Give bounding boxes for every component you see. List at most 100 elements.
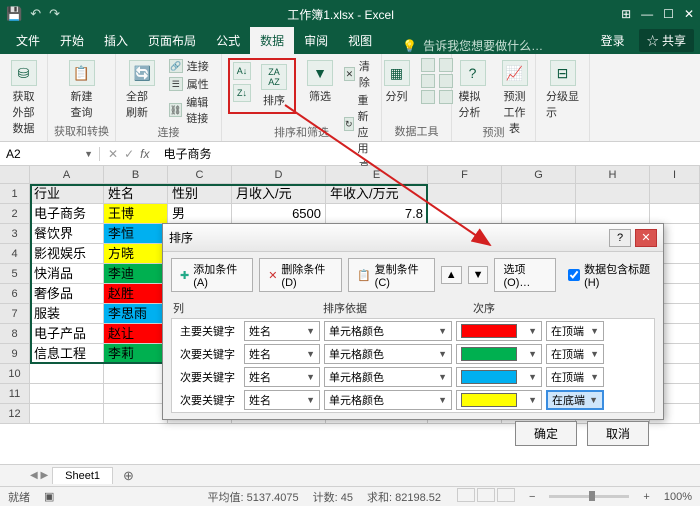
sort-on-select[interactable]: 单元格颜色▼	[324, 390, 452, 410]
cell[interactable]: 李思雨	[104, 304, 168, 324]
edit-links-button[interactable]: ⛓编辑链接	[169, 94, 215, 126]
cell[interactable]: 7.8	[326, 204, 428, 224]
cell[interactable]	[30, 404, 104, 424]
cell[interactable]	[104, 404, 168, 424]
row-header[interactable]: 4	[0, 244, 30, 264]
cancel-button[interactable]: 取消	[587, 421, 649, 446]
options-button[interactable]: 选项(O)…	[494, 258, 556, 292]
sort-asc-button[interactable]: A↓	[232, 62, 252, 80]
clear-filter-button[interactable]: ✕清除	[344, 58, 375, 90]
tool-icon[interactable]	[421, 74, 435, 88]
name-box[interactable]: A2▼	[0, 147, 100, 161]
refresh-all-button[interactable]: 🔄全部刷新	[122, 58, 163, 122]
tab-home[interactable]: 开始	[50, 27, 94, 54]
col-header[interactable]: I	[650, 166, 700, 183]
tab-file[interactable]: 文件	[6, 27, 50, 54]
minimize-icon[interactable]: —	[641, 7, 653, 21]
tab-formula[interactable]: 公式	[206, 27, 250, 54]
login-link[interactable]: 登录	[591, 27, 635, 54]
cell[interactable]: 影视娱乐	[30, 244, 104, 264]
col-header[interactable]: B	[104, 166, 168, 183]
help-button[interactable]: ?	[609, 229, 631, 247]
new-query-button[interactable]: 📋新建 查询	[64, 58, 100, 122]
cell[interactable]	[650, 184, 700, 204]
tab-view[interactable]: 视图	[338, 27, 382, 54]
row-header[interactable]: 12	[0, 404, 30, 424]
cell[interactable]: 快消品	[30, 264, 104, 284]
has-header-checkbox[interactable]: 数据包含标题(H)	[568, 261, 655, 289]
get-external-data-button[interactable]: ⛁获取 外部数据	[6, 58, 42, 138]
cell[interactable]: 行业	[30, 184, 104, 204]
zoom-slider[interactable]	[549, 495, 629, 498]
cell[interactable]: 服装	[30, 304, 104, 324]
save-icon[interactable]: 💾	[6, 6, 22, 22]
cell[interactable]: 电子商务	[30, 204, 104, 224]
cell[interactable]: 信息工程	[30, 344, 104, 364]
col-header[interactable]: D	[232, 166, 326, 183]
cell[interactable]: 方晓	[104, 244, 168, 264]
cell[interactable]: 王博	[104, 204, 168, 224]
properties-button[interactable]: ☰属性	[169, 76, 215, 92]
sort-on-select[interactable]: 单元格颜色▼	[324, 344, 452, 364]
cell[interactable]: 李恒	[104, 224, 168, 244]
cell[interactable]	[428, 184, 502, 204]
row-header[interactable]: 9	[0, 344, 30, 364]
col-header[interactable]: H	[576, 166, 650, 183]
cell[interactable]: 李迪	[104, 264, 168, 284]
sort-on-select[interactable]: 单元格颜色▼	[324, 367, 452, 387]
col-header[interactable]: E	[326, 166, 428, 183]
tool-icon[interactable]	[421, 90, 435, 104]
row-header[interactable]: 5	[0, 264, 30, 284]
add-sheet-button[interactable]: ⊕	[117, 468, 140, 484]
share-button[interactable]: ☆ 共享	[639, 29, 694, 52]
fx-icon[interactable]: fx	[140, 147, 149, 161]
field-select[interactable]: 姓名▼	[244, 321, 320, 341]
row-header[interactable]: 3	[0, 224, 30, 244]
select-all-corner[interactable]	[0, 166, 30, 183]
cell[interactable]	[576, 184, 650, 204]
field-select[interactable]: 姓名▼	[244, 344, 320, 364]
cell[interactable]: 电子产品	[30, 324, 104, 344]
sheet-tab[interactable]: Sheet1	[52, 467, 113, 484]
cell[interactable]: 餐饮界	[30, 224, 104, 244]
cell[interactable]: 性别	[168, 184, 232, 204]
cell[interactable]	[502, 184, 576, 204]
row-header[interactable]: 11	[0, 384, 30, 404]
row-header[interactable]: 2	[0, 204, 30, 224]
zoom-in-button[interactable]: +	[643, 491, 649, 503]
cell[interactable]	[502, 204, 576, 224]
record-macro-icon[interactable]: ▣	[44, 490, 54, 503]
cell[interactable]	[30, 364, 104, 384]
cell[interactable]: 年收入/万元	[326, 184, 428, 204]
tab-insert[interactable]: 插入	[94, 27, 138, 54]
ok-button[interactable]: 确定	[515, 421, 577, 446]
cell[interactable]: 奢侈品	[30, 284, 104, 304]
color-select[interactable]: ▼	[456, 344, 542, 364]
row-header[interactable]: 10	[0, 364, 30, 384]
cell[interactable]	[650, 204, 700, 224]
row-header[interactable]: 6	[0, 284, 30, 304]
formula-input[interactable]: 电子商务	[157, 145, 700, 162]
sort-desc-button[interactable]: Z↓	[232, 84, 252, 102]
sort-button[interactable]: ZAAZ排序	[256, 62, 292, 110]
cell[interactable]	[104, 384, 168, 404]
cell[interactable]	[428, 204, 502, 224]
close-icon[interactable]: ✕	[684, 7, 694, 21]
text-to-columns-button[interactable]: ▦分列	[379, 58, 415, 106]
col-header[interactable]: A	[30, 166, 104, 183]
col-header[interactable]: F	[428, 166, 502, 183]
cell[interactable]: 姓名	[104, 184, 168, 204]
position-select[interactable]: 在顶端▼	[546, 344, 604, 364]
zoom-level[interactable]: 100%	[664, 491, 692, 503]
filter-button[interactable]: ▼筛选	[302, 58, 338, 106]
cell[interactable]: 6500	[232, 204, 326, 224]
color-select[interactable]: ▼	[456, 390, 542, 410]
row-header[interactable]: 8	[0, 324, 30, 344]
cancel-icon[interactable]: ✕	[108, 147, 118, 161]
sort-on-select[interactable]: 单元格颜色▼	[324, 321, 452, 341]
ribbon-options-icon[interactable]: ⊞	[621, 7, 631, 21]
position-select[interactable]: 在顶端▼	[546, 321, 604, 341]
tab-review[interactable]: 审阅	[294, 27, 338, 54]
cell[interactable]: 赵胜	[104, 284, 168, 304]
cell[interactable]: 月收入/元	[232, 184, 326, 204]
